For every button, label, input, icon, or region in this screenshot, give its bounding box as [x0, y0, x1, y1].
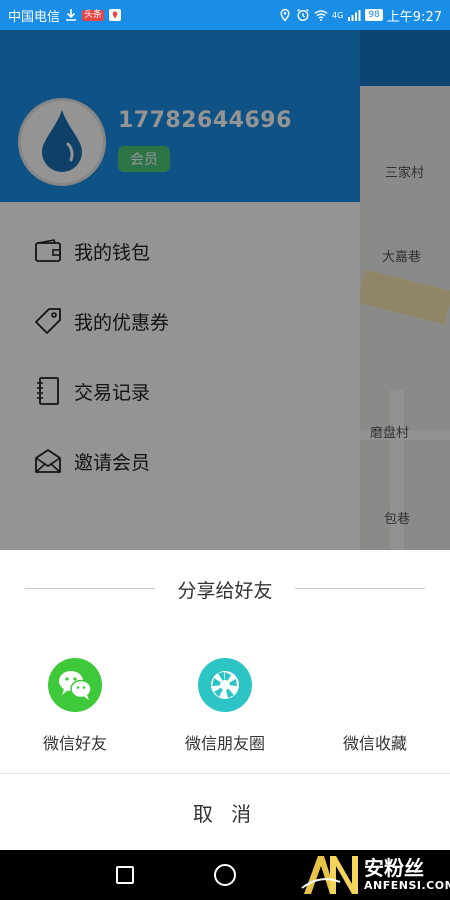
share-option-label: 微信朋友圈	[184, 734, 265, 753]
share-sheet: 分享给好友 微信好友 微信朋友圈 微信收藏 取 消	[0, 550, 450, 850]
share-favorites-button[interactable]: 微信收藏	[300, 658, 450, 754]
moments-aperture-icon	[198, 658, 252, 712]
share-sheet-title: 分享给好友	[165, 575, 285, 603]
watermark-url: ANFENSI.COM	[364, 879, 450, 892]
status-bar: 中国电信 头条 4G 98 上午9:27	[0, 0, 450, 30]
anfensi-logo	[300, 852, 362, 898]
dim-overlay[interactable]	[0, 30, 450, 550]
share-options: 微信好友 微信朋友圈 微信收藏	[0, 658, 450, 754]
wifi-icon	[314, 8, 328, 22]
share-sheet-header: 分享给好友	[0, 574, 450, 604]
download-icon	[64, 8, 78, 22]
wechat-icon	[48, 658, 102, 712]
share-wechat-friends-button[interactable]: 微信好友	[0, 658, 150, 754]
divider	[25, 588, 155, 589]
cancel-button[interactable]: 取 消	[0, 774, 450, 850]
app-screen: 三家村 大嘉巷 磨盘村 包巷 17782644696 会员 我的钱包 我的优惠券…	[0, 30, 450, 550]
watermark: 安粉丝 ANFENSI.COM	[300, 852, 450, 898]
carrier-label: 中国电信	[8, 9, 61, 25]
watermark-text: 安粉丝	[364, 856, 424, 880]
map-notification-icon	[108, 8, 122, 22]
clock-label: 上午9:27	[386, 9, 442, 25]
alarm-icon	[296, 8, 310, 22]
share-moments-button[interactable]: 微信朋友圈	[150, 658, 300, 754]
home-button[interactable]	[214, 864, 236, 886]
app-notification-icon: 头条	[82, 9, 105, 21]
divider	[295, 588, 425, 589]
favorites-icon	[348, 658, 402, 712]
recent-apps-button[interactable]	[116, 866, 134, 884]
network-type-label: 4G	[332, 10, 344, 20]
system-nav-bar: 安粉丝 ANFENSI.COM	[0, 850, 450, 900]
signal-icon	[347, 8, 361, 22]
location-icon	[278, 8, 292, 22]
battery-icon: 98	[365, 9, 383, 21]
share-option-label: 微信好友	[42, 734, 107, 753]
share-option-label: 微信收藏	[342, 734, 407, 753]
